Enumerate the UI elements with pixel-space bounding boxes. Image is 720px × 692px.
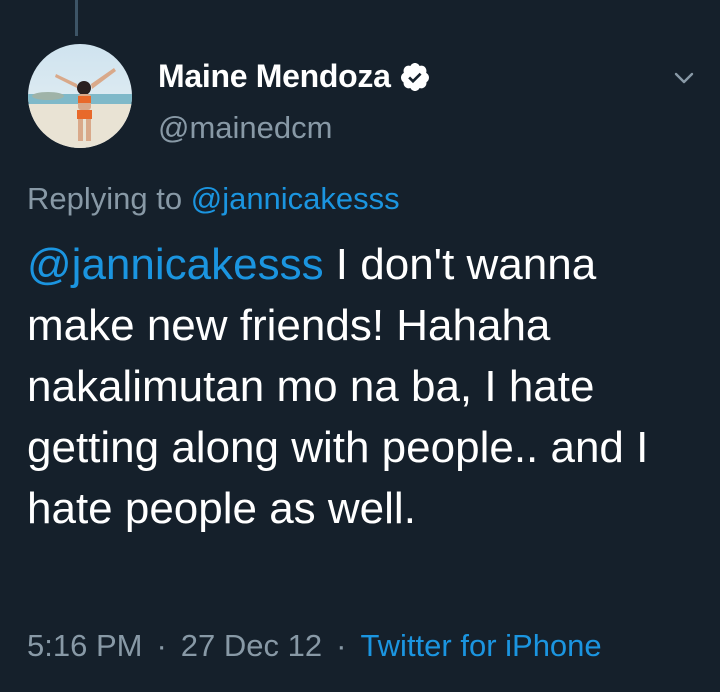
author-display-name[interactable]: Maine Mendoza bbox=[158, 58, 391, 95]
tweet-body: @jannicakesss I don't wanna make new fri… bbox=[27, 234, 697, 539]
tweet-meta: 5:16 PM · 27 Dec 12 · Twitter for iPhone bbox=[27, 628, 602, 664]
tweet-mention-link[interactable]: @jannicakesss bbox=[27, 240, 324, 289]
avatar[interactable] bbox=[28, 44, 132, 148]
thread-connector-line bbox=[75, 0, 78, 36]
replying-to-label: Replying to bbox=[27, 181, 183, 216]
author-handle[interactable]: @mainedcm bbox=[158, 110, 332, 146]
tweet-date[interactable]: 27 Dec 12 bbox=[181, 628, 322, 663]
meta-separator: · bbox=[336, 628, 347, 663]
verified-badge-icon bbox=[399, 61, 431, 93]
replying-to-line: Replying to @jannicakesss bbox=[27, 181, 400, 217]
tweet-source-link[interactable]: Twitter for iPhone bbox=[360, 628, 601, 663]
author-name-row[interactable]: Maine Mendoza bbox=[158, 58, 431, 95]
tweet-time[interactable]: 5:16 PM bbox=[27, 628, 142, 663]
chevron-down-icon[interactable] bbox=[668, 62, 700, 94]
meta-separator: · bbox=[156, 628, 167, 663]
tweet-text-first: I don't bbox=[323, 240, 455, 289]
replying-to-mention-link[interactable]: @jannicakesss bbox=[191, 181, 400, 216]
avatar-photo bbox=[28, 44, 132, 148]
